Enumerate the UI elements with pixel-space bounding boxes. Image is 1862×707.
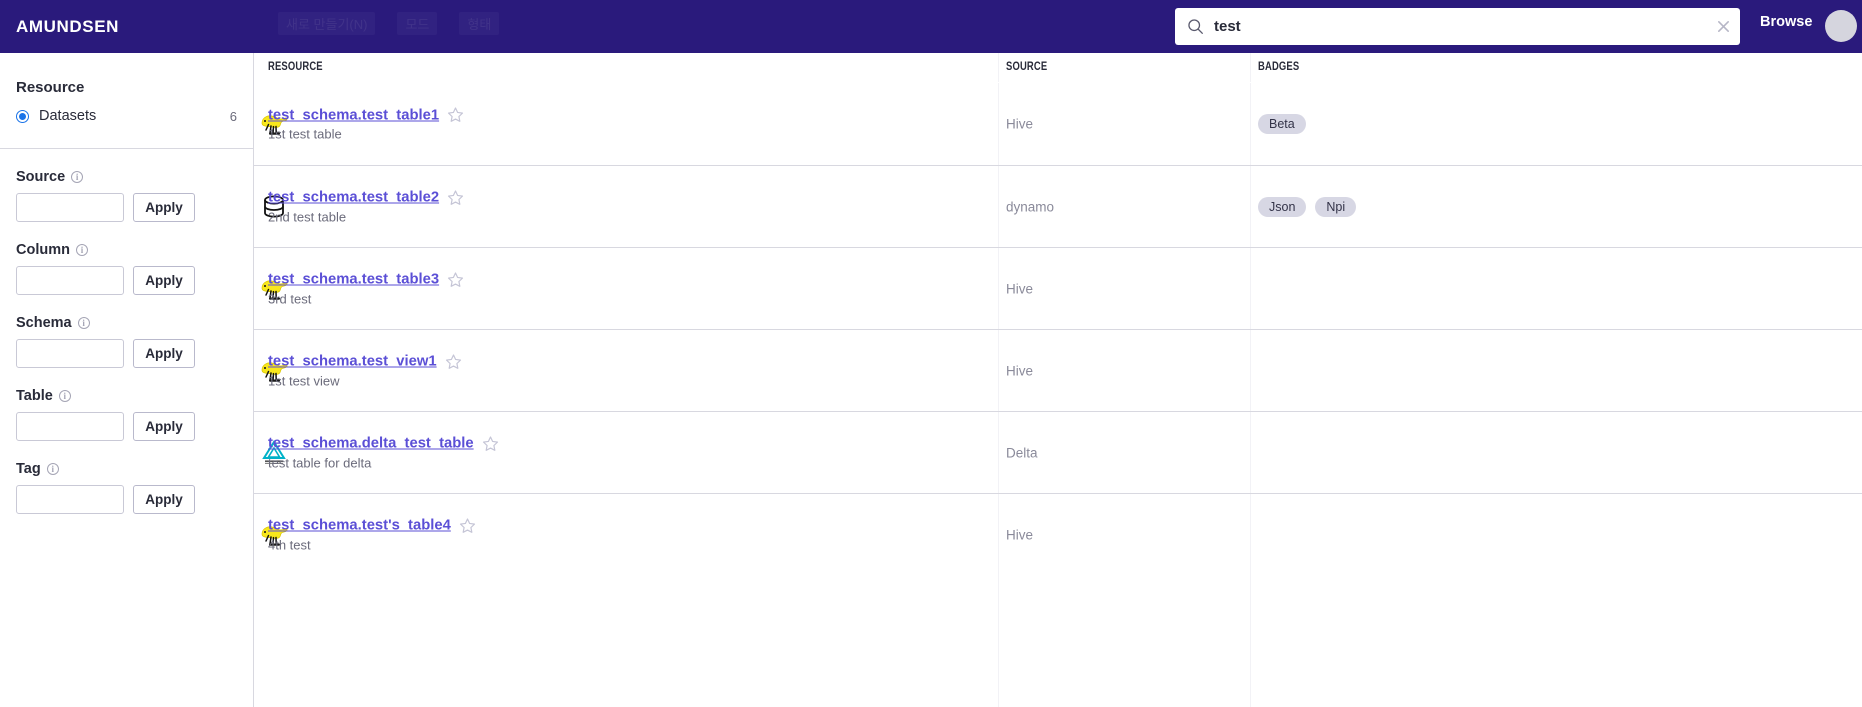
resource-panel-title: Resource [16,79,85,96]
resource-option-datasets[interactable]: Datasets 6 [16,108,237,124]
info-icon[interactable]: i [71,171,84,183]
background-window-menu: 새로 만들기(N) 모드 형태 [278,6,1158,40]
resource-badges: Beta [1258,114,1306,134]
resource-description: 3rd test [268,291,312,306]
search-input[interactable] [1204,8,1706,45]
resource-description: 1st test view [268,373,340,388]
filter-group-schema: Schema i Apply [0,315,253,368]
resource-description: 2nd test table [268,209,347,224]
resource-title-link[interactable]: test_schema.test_table1 [268,107,439,123]
sidebar-divider [0,148,253,149]
star-outline-icon[interactable] [482,435,499,452]
table-row[interactable]: test_schema.delta_test_tabletest table f… [254,411,1862,493]
resource-panel: Resource Datasets 6 [0,79,253,124]
filter-source-apply-button[interactable]: Apply [133,193,195,222]
table-row[interactable]: test_schema.test_table3 3rd test Hive [254,247,1862,329]
filter-tag-apply-button[interactable]: Apply [133,485,195,514]
star-outline-icon[interactable] [447,271,464,288]
results-rows: test_schema.test_table1 1st test table Hiv… [254,83,1862,575]
filter-table-label: Table [16,388,53,404]
ghost-menu-item-1: 모드 [397,12,437,35]
results-table-header: RESOURCE SOURCE BADGES [254,53,1862,83]
resource-title-link[interactable]: test_schema.delta_test_table [268,436,474,452]
info-icon[interactable]: i [46,463,59,475]
search-bar[interactable] [1175,8,1740,45]
resource-source: Hive [1006,527,1034,542]
filter-schema-input[interactable] [16,339,124,368]
resource-title-link[interactable]: test_schema.test's_table4 [268,518,451,534]
column-header-resource: RESOURCE [268,61,323,73]
table-row[interactable]: test_schema.test's_table4 4th test Hive [254,493,1862,575]
filter-tag-input[interactable] [16,485,124,514]
row-resource-cell: test_schema.test_table3 3rd test [268,271,464,306]
browse-link[interactable]: Browse [1760,14,1812,30]
row-resource-cell: test_schema.test's_table4 4th test [268,517,476,552]
resource-title-link[interactable]: test_schema.test_table3 [268,272,439,288]
filter-schema-apply-button[interactable]: Apply [133,339,195,368]
app-header: AMUNDSEN 새로 만들기(N) 모드 형태 캡처 도구 Browse [0,0,1862,53]
row-resource-cell: test_schema.delta_test_tabletest table f… [268,435,499,470]
info-icon[interactable]: i [75,244,88,256]
resource-source: Hive [1006,281,1034,296]
ghost-menu-item-2: 형태 [459,12,499,35]
filter-column-apply-button[interactable]: Apply [133,266,195,295]
row-resource-cell: test_schema.test_view1 1st test view [268,353,462,388]
resource-title-link[interactable]: test_schema.test_view1 [268,354,437,370]
filter-group-column: Column i Apply [0,242,253,295]
filter-table-header: Table i [16,388,237,404]
status-badge[interactable]: Beta [1258,114,1306,134]
filter-group-source: Source i Apply [0,169,253,222]
filter-table-input[interactable] [16,412,124,441]
table-row[interactable]: test_schema.test_table2 2nd test table dyn… [254,165,1862,247]
status-badge[interactable]: Npi [1315,196,1357,217]
filters-sidebar: Resource Datasets 6 Source i Apply Colum… [0,53,254,707]
table-row[interactable]: test_schema.test_table1 1st test table Hiv… [254,83,1862,165]
info-icon[interactable]: i [77,317,90,329]
resource-description: 1st test table [268,126,342,142]
resource-source: Hive [1006,363,1034,378]
filter-column-label: Column [16,242,70,258]
filter-source-header: Source i [16,169,237,185]
search-results-panel: RESOURCE SOURCE BADGES test_schema.test_… [254,53,1862,707]
resource-source: dynamo [1006,199,1055,214]
filter-group-tag: Tag i Apply [0,461,253,514]
filter-tag-label: Tag [16,461,41,477]
resource-option-label: Datasets [39,108,97,124]
filter-table-apply-button[interactable]: Apply [133,412,195,441]
filter-source-label: Source [16,169,66,185]
radio-selected-icon[interactable] [16,109,29,123]
filter-group-table: Table i Apply [0,388,253,441]
resource-source: Delta [1006,445,1038,460]
filter-source-input[interactable] [16,193,124,222]
row-resource-cell: test_schema.test_table2 2nd test table [268,189,464,224]
table-row[interactable]: test_schema.test_view1 1st test view Hive [254,329,1862,411]
filter-tag-header: Tag i [16,461,237,477]
filter-schema-label: Schema [16,315,72,331]
filter-column-input[interactable] [16,266,124,295]
search-icon [1187,18,1204,35]
star-outline-icon[interactable] [447,189,464,206]
column-header-badges: BADGES [1258,61,1300,73]
star-outline-icon[interactable] [445,353,462,370]
resource-badges: Json Npi [1258,196,1357,217]
star-outline-icon[interactable] [447,107,464,124]
column-header-source: SOURCE [1006,61,1048,73]
ghost-menu-item-0: 새로 만들기(N) [278,12,375,35]
filter-schema-header: Schema i [16,315,237,331]
avatar[interactable] [1825,10,1857,42]
info-icon[interactable]: i [58,390,71,402]
close-icon[interactable] [1706,8,1740,45]
filter-column-header: Column i [16,242,237,258]
resource-title-link[interactable]: test_schema.test_table2 [268,190,439,206]
app-logo[interactable]: AMUNDSEN [16,17,119,37]
row-resource-cell: test_schema.test_table1 1st test table [268,107,464,142]
resource-source: Hive [1006,116,1034,132]
resource-description: 4th test [268,537,311,552]
status-badge[interactable]: Json [1258,196,1307,217]
resource-description: test table for delta [268,455,372,470]
star-outline-icon[interactable] [459,517,476,534]
resource-option-count: 6 [229,108,237,124]
